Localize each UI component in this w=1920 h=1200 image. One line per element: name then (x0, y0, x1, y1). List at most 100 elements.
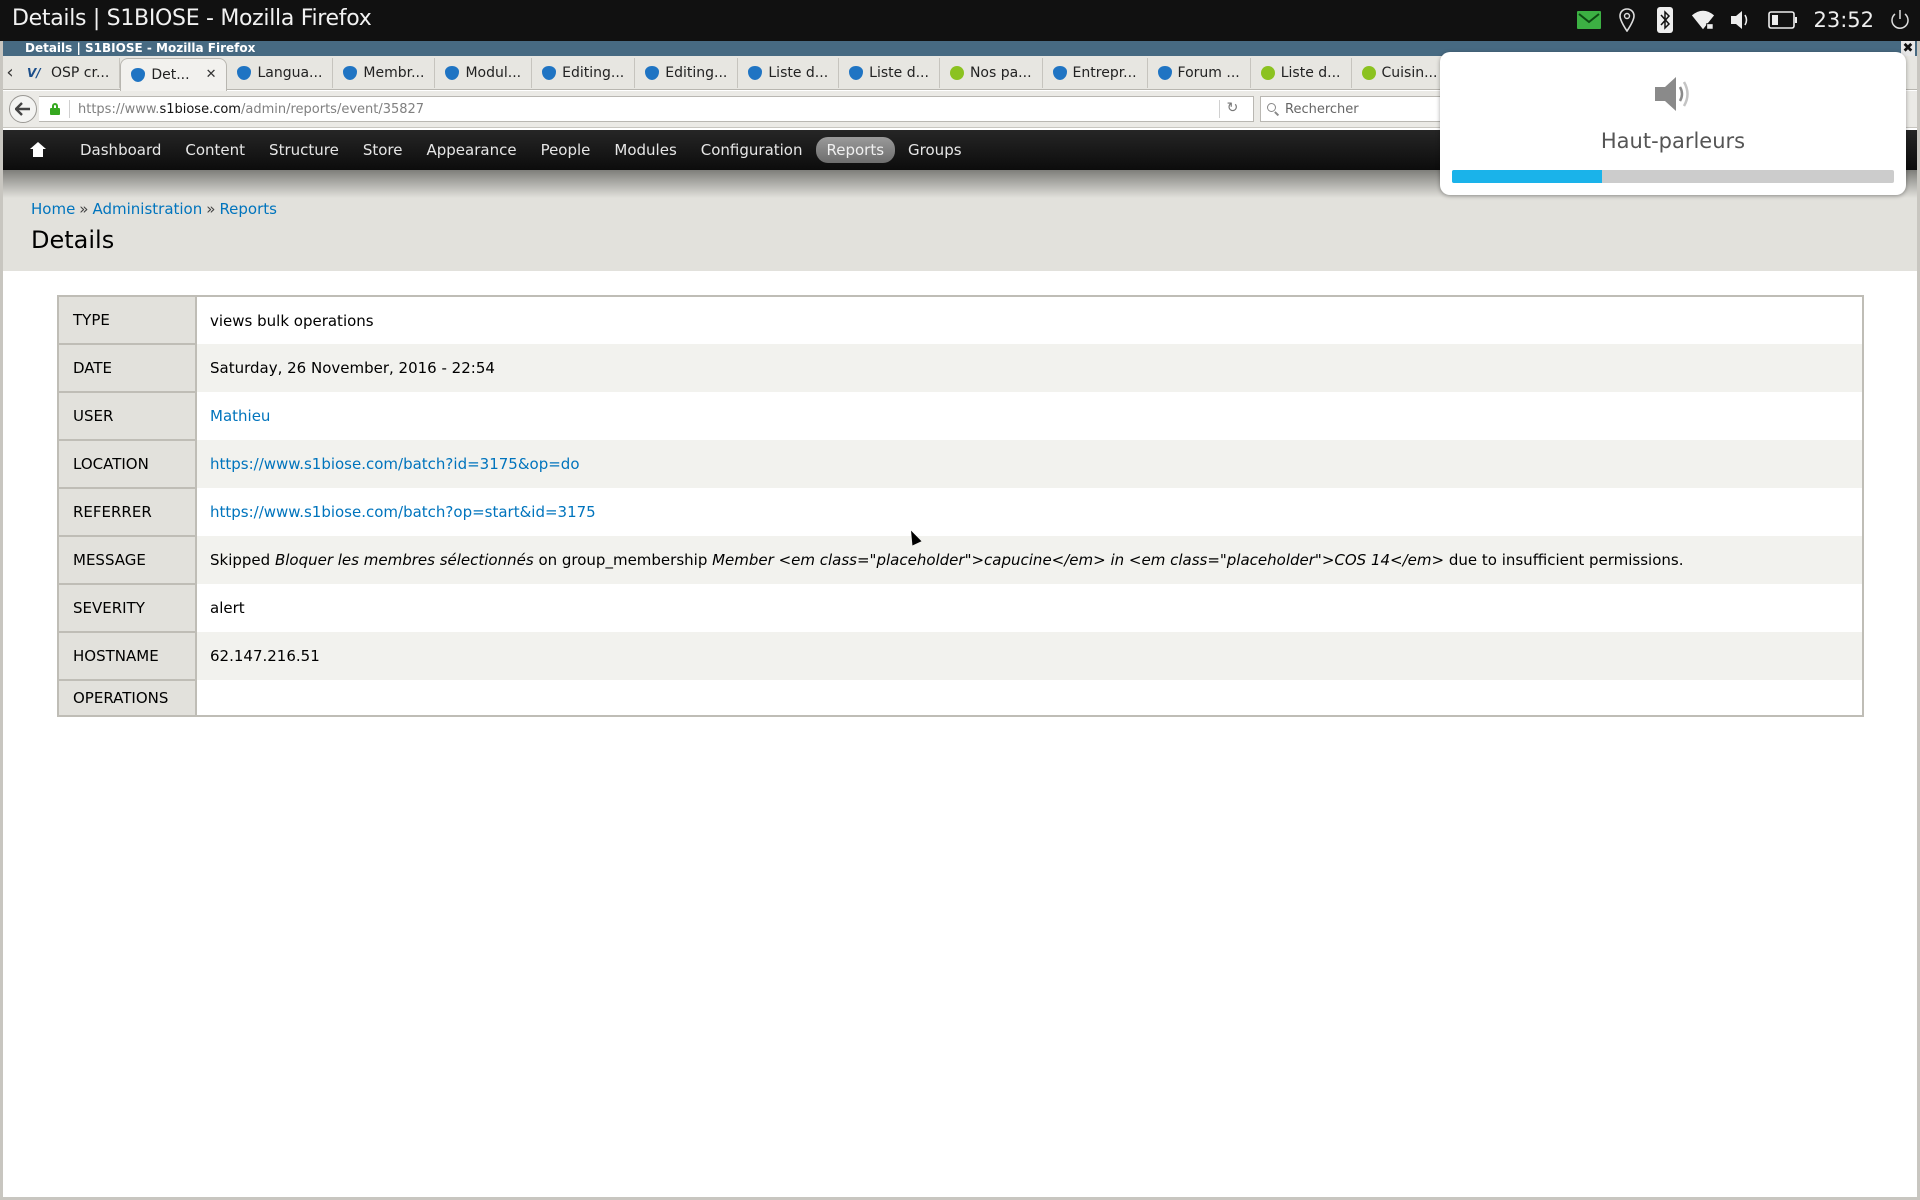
drupal-favicon-icon (237, 65, 252, 80)
tab[interactable]: V/OSP cr... (17, 57, 121, 88)
url-prefix: https://www. (78, 101, 160, 117)
breadcrumb-separator: » (206, 200, 216, 218)
operations-label: OPERATIONS (57, 679, 197, 717)
green-favicon-icon (1361, 65, 1376, 80)
tab[interactable]: Modul... (435, 57, 533, 88)
breadcrumb-administration[interactable]: Administration (92, 200, 202, 218)
severity-label: SEVERITY (57, 583, 197, 633)
tab-label: Forum ... (1177, 64, 1240, 81)
tab[interactable]: Entrepr... (1043, 57, 1148, 88)
tab[interactable]: Editing... (635, 57, 739, 88)
user-label: USER (57, 391, 197, 441)
wifi-icon[interactable] (1691, 8, 1715, 32)
power-icon[interactable] (1888, 8, 1912, 32)
tab[interactable]: Liste d... (1251, 57, 1352, 88)
breadcrumb-home[interactable]: Home (31, 200, 75, 218)
table-row-message: MESSAGE Skipped Bloquer les membres séle… (57, 535, 1863, 585)
tab-label: Modul... (465, 64, 522, 81)
home-icon[interactable] (29, 142, 47, 158)
table-row-referrer: REFERRER https://www.s1biose.com/batch?o… (57, 487, 1863, 537)
drupal-favicon-icon (343, 65, 358, 80)
tab[interactable]: Forum ... (1148, 57, 1251, 88)
tab[interactable]: Liste d... (839, 57, 940, 88)
tab[interactable]: Langua... (227, 57, 334, 88)
battery-icon[interactable] (1767, 8, 1799, 32)
tab[interactable]: Membr... (333, 57, 436, 88)
table-row-location: LOCATION https://www.s1biose.com/batch?i… (57, 439, 1863, 489)
table-row-operations: OPERATIONS (57, 679, 1863, 717)
tab-label: Membr... (363, 64, 425, 81)
nav-item-configuration[interactable]: Configuration (690, 137, 814, 163)
operations-value (196, 680, 1863, 716)
tab[interactable]: Nos pa... (940, 57, 1043, 88)
drupal-favicon-icon (849, 65, 864, 80)
hostname-value: 62.147.216.51 (196, 632, 1863, 680)
browser-window: Details | S1BIOSE - Mozilla Firefox ✖ ‹ … (0, 41, 1920, 1200)
message-label: MESSAGE (57, 535, 197, 585)
drupal-favicon-icon (1052, 65, 1067, 80)
date-label: DATE (57, 343, 197, 393)
url-text[interactable]: https://www.s1biose.com/admin/reports/ev… (78, 102, 424, 117)
green-favicon-icon (1260, 65, 1275, 80)
tab-label: OSP cr... (51, 64, 110, 81)
message-text: due to insufficient permissions. (1444, 551, 1684, 569)
mail-icon[interactable] (1577, 8, 1602, 32)
search-box[interactable] (1260, 96, 1460, 122)
tab[interactable]: Cuisin... (1352, 57, 1449, 88)
tab-close-icon[interactable]: ✕ (206, 67, 217, 82)
nav-item-people[interactable]: People (530, 137, 602, 163)
event-details-table: TYPE views bulk operations DATE Saturday… (57, 295, 1864, 717)
breadcrumb-separator: » (79, 200, 89, 218)
back-arrow-icon (15, 102, 30, 116)
nav-item-content[interactable]: Content (174, 137, 256, 163)
tab-label: Det... (151, 66, 190, 83)
table-row-severity: SEVERITY alert (57, 583, 1863, 633)
back-button[interactable] (9, 95, 37, 123)
drupal-favicon-icon (542, 65, 557, 80)
volume-icon[interactable] (1729, 8, 1753, 32)
location-link[interactable]: https://www.s1biose.com/batch?id=3175&op… (210, 455, 580, 473)
nav-item-store[interactable]: Store (352, 137, 414, 163)
bluetooth-icon[interactable] (1653, 7, 1677, 33)
nav-item-reports[interactable]: Reports (815, 137, 896, 163)
tab-scroll-left-button[interactable]: ‹ (3, 58, 17, 88)
drupal-favicon-icon (645, 65, 660, 80)
user-link[interactable]: Mathieu (210, 407, 270, 425)
nav-item-modules[interactable]: Modules (603, 137, 687, 163)
drupal-favicon-icon (445, 65, 460, 80)
drupal-favicon-icon (748, 65, 763, 80)
os-top-panel: Details | S1BIOSE - Mozilla Firefox 23:5… (0, 0, 1920, 41)
nav-item-appearance[interactable]: Appearance (415, 137, 527, 163)
url-path: /admin/reports/event/35827 (240, 101, 425, 117)
breadcrumb-reports[interactable]: Reports (219, 200, 277, 218)
lock-icon[interactable] (49, 103, 61, 115)
search-icon (1267, 103, 1280, 116)
tab[interactable]: Liste d... (738, 57, 840, 88)
tab-label: Cuisin... (1381, 64, 1438, 81)
window-title: Details | S1BIOSE - Mozilla Firefox (25, 41, 256, 55)
volume-level-fill (1452, 170, 1603, 183)
volume-level-bar[interactable] (1452, 170, 1894, 183)
osp-favicon-icon: V/ (27, 65, 41, 80)
nav-item-dashboard[interactable]: Dashboard (69, 137, 172, 163)
window-close-button[interactable]: ✖ (1901, 41, 1915, 56)
location-label: LOCATION (57, 439, 197, 489)
search-input[interactable] (1285, 101, 1435, 117)
speaker-icon (1655, 77, 1689, 111)
type-value: views bulk operations (196, 296, 1863, 344)
referrer-link[interactable]: https://www.s1biose.com/batch?op=start&i… (210, 503, 596, 521)
tab-label: Editing... (665, 64, 728, 81)
reload-button[interactable]: ↻ (1219, 100, 1245, 118)
url-separator (69, 100, 70, 118)
volume-notification: Haut-parleurs (1440, 52, 1906, 195)
clock[interactable]: 23:52 (1813, 8, 1874, 32)
url-bar[interactable]: https://www.s1biose.com/admin/reports/ev… (39, 96, 1254, 122)
tab[interactable]: Editing... (532, 57, 636, 88)
nav-item-structure[interactable]: Structure (258, 137, 350, 163)
nav-item-groups[interactable]: Groups (897, 137, 972, 163)
green-favicon-icon (949, 65, 964, 80)
location-icon[interactable] (1615, 8, 1639, 32)
tab-active[interactable]: Det... ✕ (120, 57, 228, 91)
table-row-hostname: HOSTNAME 62.147.216.51 (57, 631, 1863, 681)
drupal-favicon-icon (1157, 65, 1172, 80)
